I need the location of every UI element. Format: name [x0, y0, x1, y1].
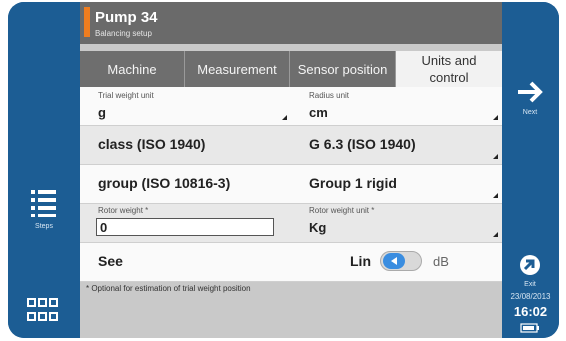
steps-label: Steps [35, 223, 53, 230]
dropdown-corner-icon [493, 232, 498, 237]
settings-list: Trial weight unit g Radius unit cm class… [80, 87, 502, 282]
date-readout: 23/08/2013 [510, 292, 551, 301]
page-title: Pump 34 [95, 9, 158, 26]
tab-measurement[interactable]: Measurement [185, 51, 290, 87]
next-arrow-icon [518, 81, 543, 103]
row-see: See Lin dB [80, 243, 502, 282]
class-select[interactable]: G 6.3 (ISO 1940) [291, 126, 502, 164]
exit-button[interactable]: Exit [512, 254, 548, 288]
row-rotor: Rotor weight * 0 Rotor weight unit * Kg [80, 204, 502, 243]
next-label: Next [522, 109, 538, 116]
main-screen: Pump 34 Balancing setup Machine Measurem… [80, 2, 502, 338]
group-select[interactable]: Group 1 rigid [291, 165, 502, 203]
right-rail: Next Exit 23/08/2013 16:02 [502, 2, 559, 338]
db-label: dB [433, 254, 449, 269]
see-label: See [98, 253, 123, 269]
header-accent [84, 7, 90, 37]
dropdown-corner-icon [493, 154, 498, 159]
footnote: * Optional for estimation of trial weigh… [86, 284, 251, 293]
row-units: Trial weight unit g Radius unit cm [80, 87, 502, 126]
dropdown-corner-icon [493, 115, 498, 120]
dropdown-corner-icon [493, 193, 498, 198]
rotor-weight-cell: Rotor weight * 0 [80, 204, 291, 242]
radius-unit-select[interactable]: Radius unit cm [291, 87, 502, 125]
exit-label: Exit [524, 281, 536, 288]
grid-button[interactable] [26, 297, 62, 327]
row-class: class (ISO 1940) G 6.3 (ISO 1940) [80, 126, 502, 165]
rotor-weight-input[interactable]: 0 [96, 218, 274, 236]
row-group: group (ISO 10816-3) Group 1 rigid [80, 165, 502, 204]
lin-db-toggle[interactable] [380, 251, 422, 271]
steps-list-icon [31, 190, 56, 217]
steps-button[interactable]: Steps [26, 188, 62, 236]
time-readout: 16:02 [513, 304, 548, 319]
tab-units-and-control[interactable]: Units and control [396, 51, 502, 87]
tab-sensor-position[interactable]: Sensor position [290, 51, 396, 87]
dropdown-corner-icon [282, 115, 287, 120]
tab-machine[interactable]: Machine [80, 51, 185, 87]
lin-label: Lin [350, 253, 371, 269]
class-label-cell: class (ISO 1940) [98, 136, 206, 152]
left-rail: Steps [8, 2, 80, 338]
battery-icon [520, 323, 539, 333]
toggle-knob [383, 253, 405, 269]
grid-icon [27, 298, 58, 321]
trial-weight-unit-select[interactable]: Trial weight unit g [80, 87, 291, 125]
next-button[interactable]: Next [512, 80, 548, 120]
group-label-cell: group (ISO 10816-3) [98, 175, 231, 191]
device-frame: Steps Pump 34 Balancing setup Machine Me… [8, 2, 559, 338]
exit-icon [520, 255, 540, 275]
tab-bar: Machine Measurement Sensor position Unit… [80, 51, 502, 87]
header: Pump 34 Balancing setup [80, 2, 502, 44]
page-subtitle: Balancing setup [95, 29, 152, 38]
rotor-weight-unit-select[interactable]: Rotor weight unit * Kg [291, 204, 502, 242]
